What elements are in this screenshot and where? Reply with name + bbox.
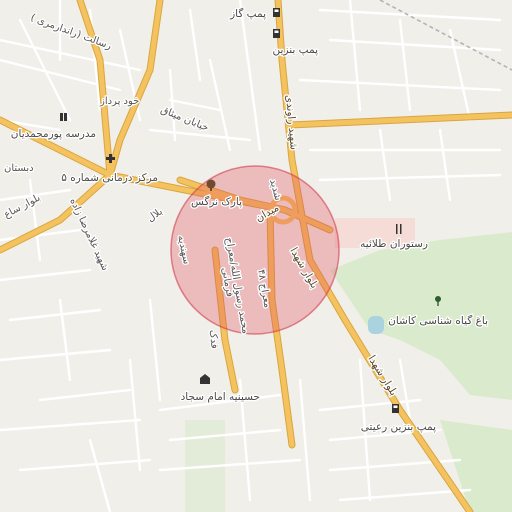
fuel-icon[interactable] — [392, 404, 399, 413]
water-pond — [368, 316, 384, 334]
map-canvas[interactable]: پمپ گاز پمپ بنزین مدرسه پورمحمدیان مرکز … — [0, 0, 512, 512]
poi-label-park: پارک نرگس — [191, 195, 242, 208]
poi-label-gas-station-1: پمپ گاز — [229, 7, 266, 20]
poi-label-gas-station-2: پمپ بنزین — [273, 44, 319, 56]
fuel-icon[interactable] — [273, 29, 280, 38]
poi-label-botanical-garden: باغ گیاه شناسی کاشان — [388, 314, 488, 327]
poi-label-school: مدرسه پورمحمدیان — [11, 128, 96, 140]
selection-area-circle[interactable] — [170, 165, 340, 335]
poi-label-hosseinieh: حسینیه امام سجاد — [181, 391, 260, 403]
poi-label-clinic: مرکز درمانی شماره ۵ — [61, 172, 158, 184]
poi-label-gas-station-3: پمپ بنزین رعیتی — [361, 421, 436, 433]
poi-label-restaurant: رستوران طلائیه — [360, 238, 428, 250]
street-label-dabestan: دبستان — [4, 163, 34, 174]
street-label-fadak: فدک — [207, 329, 220, 349]
fuel-icon[interactable] — [273, 8, 280, 17]
street-label-khod-pardaz: خود پرداز — [99, 96, 139, 107]
